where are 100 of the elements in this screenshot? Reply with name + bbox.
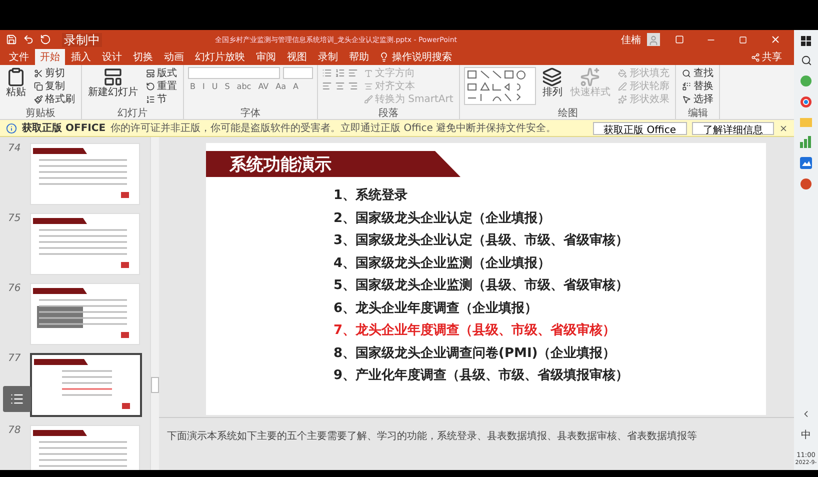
scissors-icon (34, 68, 43, 78)
ribbon-button[interactable]: 格式刷 (32, 93, 77, 105)
slide-title: 系统功能演示 (206, 151, 460, 177)
text-icon (364, 68, 373, 78)
info-message: 你的许可证并非正版，你可能是盗版软件的受害者。立即通过正版 Office 避免中断并保持文件安全。 (110, 122, 558, 134)
list-item: 4、国家级龙头企业监测（企业填报） (334, 254, 552, 272)
redo-icon[interactable] (40, 34, 51, 45)
ribbon-button[interactable]: 新建幻灯片 (86, 67, 140, 108)
font-format-button[interactable]: I (200, 80, 207, 92)
pointer-icon (682, 94, 692, 104)
ribbon-button[interactable]: 复制 (32, 80, 77, 92)
slide-number: 74 (8, 143, 22, 154)
slide-number: 78 (8, 425, 22, 436)
info-title: 获取正版 OFFICE (22, 122, 106, 135)
brush-icon (364, 94, 373, 104)
font-format-button[interactable]: B (188, 80, 198, 92)
align-center-icon[interactable] (335, 81, 345, 91)
info-button[interactable]: 了解详细信息 (692, 122, 774, 134)
scrollbar[interactable] (150, 137, 159, 470)
user-name: 佳楠 (621, 34, 641, 46)
ribbon-button[interactable]: 排列 (540, 67, 564, 108)
font-size-field[interactable] (283, 67, 313, 79)
ribbon-tab[interactable]: 设计 (97, 49, 127, 65)
ribbon-button[interactable]: 替换 (680, 80, 716, 92)
square-icon (674, 35, 684, 44)
info-icon (6, 122, 17, 134)
pen-icon (618, 82, 628, 90)
group-label: 编辑 (686, 108, 709, 119)
list-item: 9、产业化年度调查（县级、市级、省级填报审核） (334, 367, 630, 384)
sparkle-icon (618, 94, 628, 104)
font-format-button[interactable]: A (291, 80, 300, 92)
replace-icon (682, 82, 692, 90)
list-icon (146, 94, 155, 104)
shape-gallery-drawing[interactable] (464, 67, 536, 105)
group-label: 字体 (240, 108, 262, 119)
ribbon-button[interactable]: 查找 (680, 67, 716, 79)
search-icon (682, 68, 692, 78)
list-item: 7、龙头企业年度调查（县级、市级、省级审核） (334, 322, 617, 340)
ribbon-button[interactable]: 重置 (144, 80, 179, 92)
notes-text: 下面演示本系统如下主要的五个主要需要了解、学习的功能，系统登录、县表数据填报、县表数据审核、省表数据填报等 (167, 431, 697, 442)
font-format-button[interactable]: U (210, 80, 220, 92)
slide-number: 76 (8, 283, 22, 294)
group-label: 段落 (378, 108, 400, 119)
group-label: 绘图 (556, 108, 579, 119)
ime-indicator[interactable]: 中 (801, 428, 811, 442)
font-format-button[interactable]: Aa (274, 80, 288, 92)
search-icon[interactable] (800, 55, 812, 66)
ribbon-tab[interactable]: 审阅 (251, 49, 281, 65)
ribbon-tab[interactable]: 幻灯片放映 (190, 49, 250, 65)
layers-icon (542, 67, 562, 87)
ribbon-tab[interactable]: 开始 (35, 49, 65, 65)
ribbon-button[interactable]: 选择 (680, 93, 716, 105)
group-label: 幻灯片 (116, 108, 148, 119)
reset-icon (146, 82, 155, 90)
paint-bucket-icon (618, 68, 628, 78)
ribbon-tab[interactable]: 插入 (66, 49, 96, 65)
restore-icon (739, 36, 747, 44)
list-item: 5、国家级龙头企业监测（县级、市级、省级审核） (334, 277, 630, 294)
font-name-field[interactable] (188, 67, 280, 79)
align-right-icon[interactable] (348, 81, 358, 91)
ribbon-tab[interactable]: 动画 (159, 49, 189, 65)
slide-layout-icon (103, 67, 123, 87)
undo-icon[interactable] (23, 34, 34, 45)
ribbon-tab[interactable]: 录制 (313, 49, 343, 65)
layout-icon (146, 68, 155, 78)
ribbon-button[interactable]: 节 (144, 93, 179, 105)
slide-number: 77 (8, 353, 22, 364)
cloud-app-icon[interactable] (800, 157, 812, 169)
align-left-icon[interactable] (322, 81, 332, 91)
align-icon (364, 82, 373, 90)
close-icon[interactable] (779, 124, 788, 132)
windows-logo-icon[interactable] (801, 36, 811, 46)
paintbrush-icon (34, 94, 43, 104)
ribbon-tab[interactable]: 文件 (4, 49, 34, 65)
ribbon-tab[interactable]: 帮助 (344, 49, 374, 65)
ribbon-tab[interactable]: 切换 (128, 49, 158, 65)
recording-widget[interactable] (3, 386, 31, 412)
font-format-button[interactable]: S (222, 80, 232, 92)
save-icon[interactable] (6, 34, 17, 45)
list-icon (10, 392, 24, 406)
chart-app-icon[interactable] (800, 136, 812, 148)
ribbon-tab[interactable]: 视图 (282, 49, 312, 65)
tell-me-search[interactable]: 操作说明搜索 (375, 49, 456, 65)
list-item: 8、国家级龙头企业调查问卷(PMI)（企业填报） (334, 344, 617, 362)
share-button[interactable]: 共享 (745, 49, 788, 65)
slide-thumbnail[interactable] (30, 353, 142, 417)
font-format-button[interactable]: AV (256, 80, 271, 92)
list-item: 1、系统登录 (334, 187, 409, 204)
ribbon-button[interactable]: 版式 (144, 67, 179, 79)
share-icon (751, 52, 760, 62)
sparkle-icon (580, 67, 600, 87)
info-button[interactable]: 获取正版 Office (592, 122, 687, 134)
numbered-list-icon[interactable] (335, 68, 345, 78)
ribbon-button[interactable]: 剪切 (32, 67, 77, 79)
list-item: 3、国家级龙头企业认定（县级、市级、省级审核） (334, 232, 630, 250)
ribbon-button[interactable]: 粘贴 (4, 67, 28, 108)
font-format-button[interactable]: abc (234, 80, 254, 92)
bullet-list-icon[interactable] (322, 68, 332, 78)
copy-icon (34, 82, 43, 90)
avatar-icon (647, 33, 660, 46)
